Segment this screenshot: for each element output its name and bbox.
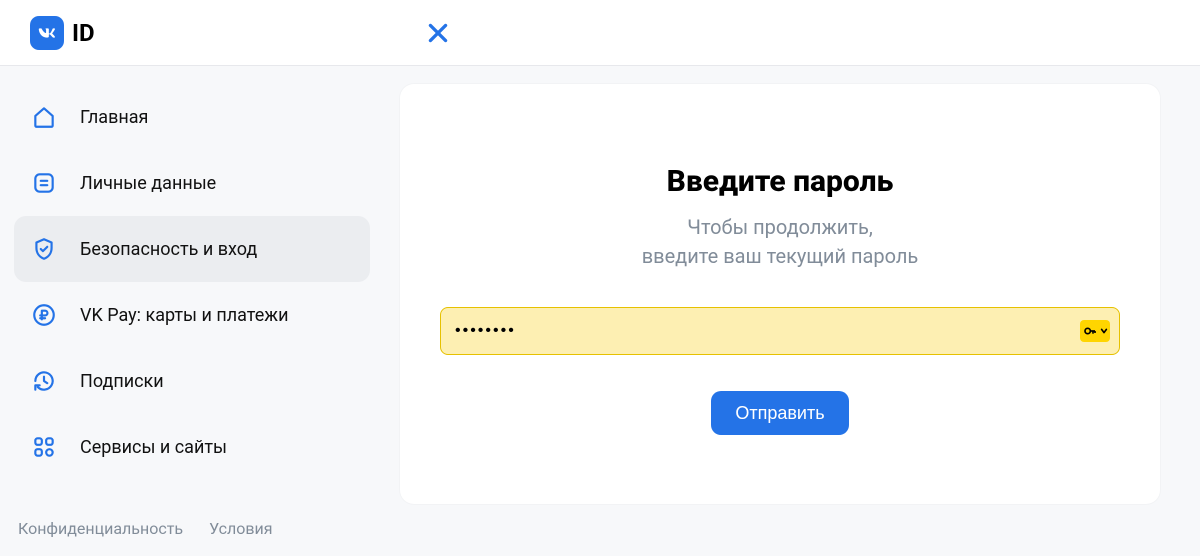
sidebar: Главная Личные данные Безопасность и вхо… (0, 84, 380, 556)
sidebar-item-label: VK Pay: карты и платежи (80, 305, 288, 326)
logo-text: ID (72, 19, 95, 47)
header: ID (0, 0, 1200, 66)
sidebar-item-services[interactable]: Сервисы и сайты (14, 414, 370, 480)
terms-link[interactable]: Условия (209, 519, 272, 538)
card-title: Введите пароль (440, 164, 1120, 199)
sidebar-item-security[interactable]: Безопасность и вход (14, 216, 370, 282)
ruble-icon (30, 301, 58, 329)
sidebar-item-label: Подписки (80, 371, 164, 392)
shield-icon (30, 235, 58, 263)
footer-links: Конфиденциальность Условия (14, 501, 370, 556)
sidebar-item-label: Личные данные (80, 173, 216, 194)
sidebar-item-subscriptions[interactable]: Подписки (14, 348, 370, 414)
logo[interactable]: ID (30, 16, 95, 50)
profile-icon (30, 169, 58, 197)
main: Введите пароль Чтобы продолжить, введите… (380, 84, 1200, 556)
apps-icon (30, 433, 58, 461)
sidebar-item-vkpay[interactable]: VK Pay: карты и платежи (14, 282, 370, 348)
password-manager-key-icon[interactable] (1080, 320, 1110, 342)
sidebar-item-label: Сервисы и сайты (80, 437, 227, 458)
password-field-wrap (440, 307, 1120, 355)
privacy-link[interactable]: Конфиденциальность (18, 519, 183, 538)
home-icon (30, 103, 58, 131)
password-card: Введите пароль Чтобы продолжить, введите… (400, 84, 1160, 504)
card-subtitle: Чтобы продолжить, введите ваш текущий па… (440, 213, 1120, 271)
submit-button[interactable]: Отправить (711, 391, 848, 435)
password-input[interactable] (440, 307, 1120, 355)
vk-logo-icon (30, 16, 64, 50)
sidebar-item-label: Главная (80, 107, 148, 128)
sidebar-item-home[interactable]: Главная (14, 84, 370, 150)
close-button[interactable] (425, 20, 451, 50)
clock-icon (30, 367, 58, 395)
sidebar-item-label: Безопасность и вход (80, 239, 257, 260)
sidebar-item-personal[interactable]: Личные данные (14, 150, 370, 216)
body: Главная Личные данные Безопасность и вхо… (0, 66, 1200, 556)
